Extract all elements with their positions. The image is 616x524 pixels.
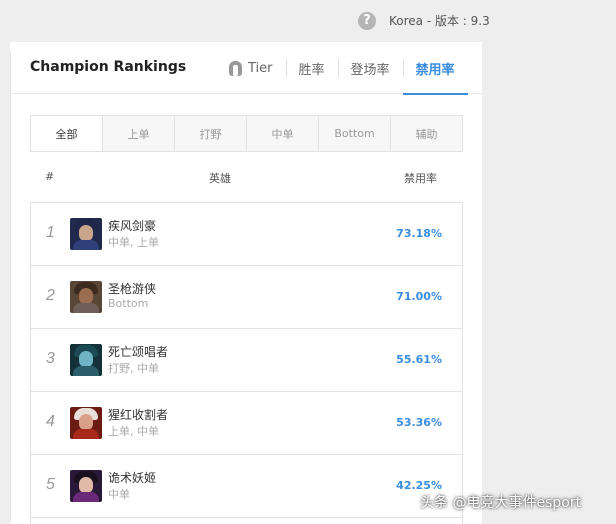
region-version-label[interactable]: Korea - 版本 : 9.3 [389,12,490,30]
champion-rankings-panel: Champion Rankings Tier 胜率 登场率 禁用率 全部 上单 … [10,42,482,524]
ranking-tabs: Tier 胜率 登场率 禁用率 [216,42,468,95]
rank-number: 3 [46,350,55,367]
ban-rate-value: 73.18% [396,227,442,240]
champion-name: 死亡颂唱者 [108,345,169,359]
rank-number: 5 [46,476,55,493]
tab-ban-rate[interactable]: 禁用率 [402,42,468,95]
column-header-champion: 英雄 [209,172,231,185]
champion-name: 猩红收割者 [108,408,169,422]
panel-header: Champion Rankings Tier 胜率 登场率 禁用率 [10,42,482,95]
ban-rate-value: 53.36% [396,416,442,429]
champion-avatar [70,218,102,250]
tab-label: Tier [248,60,273,76]
ban-rate-value: 42.25% [396,479,442,492]
table-row[interactable]: 1 疾风剑豪 中单, 上单 73.18% [30,203,463,266]
table-row[interactable]: 3 死亡颂唱者 打野, 中单 55.61% [30,329,463,392]
page-title: Champion Rankings [30,59,187,75]
divider [10,52,11,522]
champion-positions: 上单, 中单 [108,425,159,438]
champion-name: 疾风剑豪 [108,219,157,233]
tab-label: 登场率 [350,62,390,78]
tab-tier[interactable]: Tier [216,42,286,94]
ban-rate-value: 55.61% [396,353,442,366]
watermark-text: 头条 @电竞大事件esport [420,495,582,511]
champion-avatar [70,407,102,439]
tab-label: 胜率 [298,62,325,78]
table-row[interactable]: 2 圣枪游侠 Bottom 71.00% [30,266,463,329]
champion-avatar [70,281,102,313]
champion-positions: 中单 [108,488,130,501]
champion-positions: Bottom [108,297,149,310]
helmet-icon [229,60,242,76]
table-row[interactable]: 4 猩红收割者 上单, 中单 53.36% [30,392,463,455]
champion-positions: 打野, 中单 [108,362,159,375]
filter-support[interactable]: 辅助 [390,116,462,151]
champion-avatar [70,470,102,502]
column-header-ban-rate[interactable]: 禁用率 [404,170,437,186]
filter-all[interactable]: 全部 [31,116,102,151]
champion-name: 诡术妖姬 [108,471,157,485]
help-icon[interactable]: ? [358,12,376,30]
tab-win-rate[interactable]: 胜率 [285,42,338,94]
ban-rate-value: 71.00% [396,290,442,303]
tab-label: 禁用率 [415,62,455,78]
filter-bottom[interactable]: Bottom [318,116,390,151]
champion-name: 圣枪游侠 [108,282,157,296]
rank-number: 1 [46,224,55,241]
table-row[interactable] [30,518,463,524]
rankings-table: 1 疾风剑豪 中单, 上单 73.18% 2 圣枪游侠 Bottom 71.00… [30,202,463,524]
rank-number: 2 [46,287,55,304]
top-bar: ? Korea - 版本 : 9.3 [0,0,616,42]
rank-number: 4 [46,413,55,430]
tab-pick-rate[interactable]: 登场率 [337,42,403,94]
filter-top[interactable]: 上单 [102,116,174,151]
filter-jungle[interactable]: 打野 [174,116,246,151]
champion-positions: 中单, 上单 [108,236,159,249]
position-filter: 全部 上单 打野 中单 Bottom 辅助 [30,115,463,152]
filter-mid[interactable]: 中单 [246,116,318,151]
table-row[interactable]: 5 诡术妖姬 中单 42.25% [30,455,463,518]
champion-avatar [70,344,102,376]
table-header: # 英雄 禁用率 [30,160,463,196]
